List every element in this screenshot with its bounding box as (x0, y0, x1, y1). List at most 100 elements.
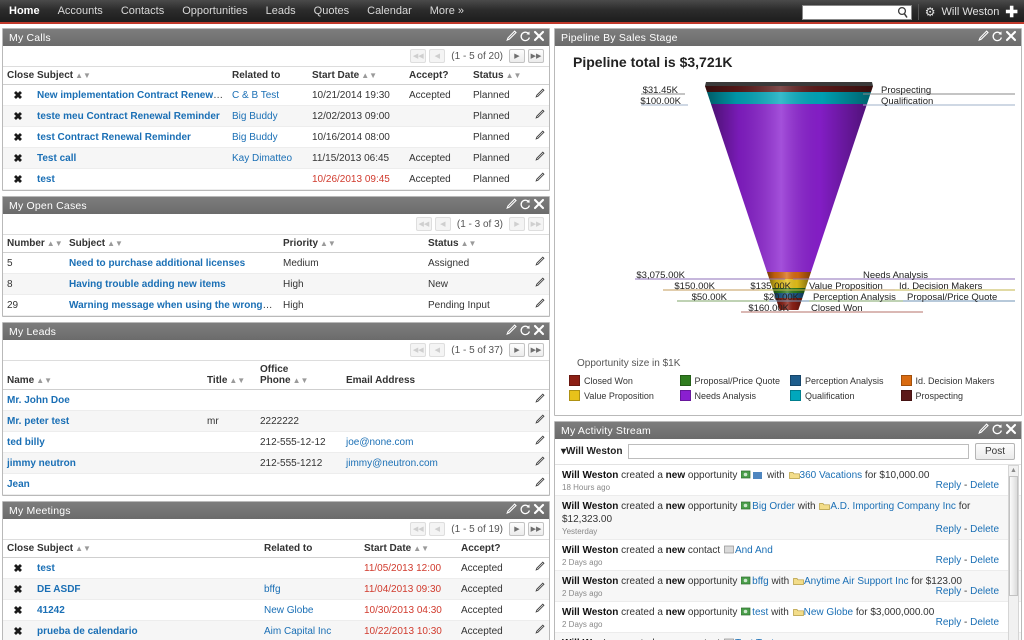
table-row[interactable]: ✖prueba de calendarioAim Capital Inc10/2… (3, 621, 549, 640)
record-link[interactable]: teste meu Contract Renewal Reminder (37, 111, 220, 122)
row-edit-button[interactable] (529, 474, 549, 495)
delete-link[interactable]: Delete (970, 555, 999, 566)
legend-item[interactable]: Needs Analysis (680, 390, 791, 401)
close-icon[interactable] (533, 198, 545, 210)
row-close-button[interactable]: ✖ (3, 600, 33, 621)
activity-item[interactable]: Will Weston created a new contact And An… (555, 540, 1021, 571)
row-close-button[interactable]: ✖ (3, 621, 33, 640)
edit-icon[interactable] (505, 198, 517, 210)
row-edit-button[interactable] (529, 253, 549, 274)
table-row[interactable]: 8Having trouble adding new itemsHighNew (3, 274, 549, 295)
legend-item[interactable]: Value Proposition (569, 390, 680, 401)
row-edit-button[interactable] (529, 127, 549, 148)
row-edit-button[interactable] (529, 295, 549, 316)
row-edit-button[interactable] (529, 558, 549, 579)
record-link[interactable]: Mr. peter test (7, 416, 69, 427)
nav-item-leads[interactable]: Leads (257, 0, 305, 23)
pager-prev-button[interactable]: ◀ (429, 49, 445, 63)
activity-record-link[interactable]: bffg (752, 576, 769, 587)
record-link[interactable]: test (37, 174, 55, 185)
col-subject[interactable]: Subject▲▼ (33, 540, 260, 558)
record-link[interactable]: C & B Test (232, 90, 279, 101)
nav-item-quotes[interactable]: Quotes (305, 0, 358, 23)
pager-first-button[interactable]: ◀◀ (416, 217, 432, 231)
row-close-button[interactable]: ✖ (3, 558, 33, 579)
edit-icon[interactable] (977, 423, 989, 435)
close-icon[interactable] (533, 30, 545, 42)
col-name[interactable]: Name▲▼ (3, 361, 203, 390)
pager-prev-button[interactable]: ◀ (435, 217, 451, 231)
row-edit-button[interactable] (529, 600, 549, 621)
reply-link[interactable]: Reply (936, 617, 962, 628)
record-link[interactable]: DE ASDF (37, 584, 81, 595)
pager-first-button[interactable]: ◀◀ (410, 343, 426, 357)
record-link[interactable]: Having trouble adding new items (69, 279, 226, 290)
table-row[interactable]: ✖41242New Globe10/30/2013 04:30Accepted (3, 600, 549, 621)
row-close-button[interactable]: ✖ (3, 106, 33, 127)
activity-account-link[interactable]: Anytime Air Support Inc (804, 576, 909, 587)
pager-first-button[interactable]: ◀◀ (410, 49, 426, 63)
pager-next-button[interactable]: ▶ (509, 49, 525, 63)
record-link[interactable]: Aim Capital Inc (264, 626, 331, 637)
table-row[interactable]: 29Warning message when using the wrong b… (3, 295, 549, 316)
nav-item-contacts[interactable]: Contacts (112, 0, 173, 23)
global-search[interactable] (802, 5, 912, 20)
refresh-icon[interactable] (519, 198, 531, 210)
col-subject[interactable]: Subject▲▼ (65, 235, 279, 253)
refresh-icon[interactable] (991, 30, 1003, 42)
pager-last-button[interactable]: ▶▶ (528, 522, 544, 536)
reply-link[interactable]: Reply (936, 524, 962, 535)
delete-link[interactable]: Delete (970, 524, 999, 535)
activity-item[interactable]: Will Weston created a new opportunity te… (555, 602, 1021, 633)
activity-account-link[interactable]: 360 Vacations (800, 470, 863, 481)
table-row[interactable]: ✖test10/26/2013 09:45AcceptedPlanned (3, 169, 549, 190)
refresh-icon[interactable] (519, 324, 531, 336)
nav-item-home[interactable]: Home (0, 0, 49, 23)
refresh-icon[interactable] (519, 30, 531, 42)
record-link[interactable]: jimmy neutron (7, 458, 76, 469)
reply-link[interactable]: Reply (936, 480, 962, 491)
col-start-date[interactable]: Start Date▲▼ (360, 540, 457, 558)
pager-last-button[interactable]: ▶▶ (528, 343, 544, 357)
col-title[interactable]: Title▲▼ (203, 361, 256, 390)
activity-author[interactable]: Will Weston (562, 576, 618, 587)
reply-link[interactable]: Reply (936, 555, 962, 566)
email-link[interactable]: joe@none.com (346, 437, 413, 448)
row-close-button[interactable]: ✖ (3, 85, 33, 106)
row-edit-button[interactable] (529, 106, 549, 127)
pager-last-button[interactable]: ▶▶ (528, 49, 544, 63)
table-row[interactable]: 5Need to purchase additional licensesMed… (3, 253, 549, 274)
record-link[interactable]: Mr. John Doe (7, 395, 70, 406)
record-link[interactable]: New Globe (264, 605, 313, 616)
record-link[interactable]: Jean (7, 479, 30, 490)
scroll-up-icon[interactable]: ▲ (1010, 467, 1017, 474)
legend-item[interactable]: Qualification (790, 390, 901, 401)
activity-item[interactable]: Will Weston created a new opportunity wi… (555, 465, 1021, 496)
delete-link[interactable]: Delete (970, 586, 999, 597)
record-link[interactable]: Warning message when using the wrong bro… (69, 300, 279, 311)
pager-last-button[interactable]: ▶▶ (528, 217, 544, 231)
nav-item-accounts[interactable]: Accounts (49, 0, 112, 23)
row-edit-button[interactable] (529, 274, 549, 295)
record-link[interactable]: Big Buddy (232, 111, 278, 122)
delete-link[interactable]: Delete (970, 617, 999, 628)
col-office-phone[interactable]: Office Phone▲▼ (256, 361, 342, 390)
row-edit-button[interactable] (529, 148, 549, 169)
table-row[interactable]: Jean (3, 474, 549, 495)
close-icon[interactable] (1005, 30, 1017, 42)
activity-record-link[interactable]: And And (735, 545, 773, 556)
record-link[interactable]: ted billy (7, 437, 45, 448)
activity-author[interactable]: Will Weston (562, 607, 618, 618)
delete-link[interactable]: Delete (970, 480, 999, 491)
row-edit-button[interactable] (529, 432, 549, 453)
row-close-button[interactable]: ✖ (3, 579, 33, 600)
row-edit-button[interactable] (529, 579, 549, 600)
legend-item[interactable]: Proposal/Price Quote (680, 375, 791, 386)
col-priority[interactable]: Priority▲▼ (279, 235, 424, 253)
table-row[interactable]: ✖ teste meu Contract Renewal Reminder Big … (3, 106, 549, 127)
activity-account-link[interactable]: New Globe (804, 607, 853, 618)
legend-item[interactable]: Closed Won (569, 375, 680, 386)
table-row[interactable]: jimmy neutron212-555-1212jimmy@neutron.c… (3, 453, 549, 474)
edit-icon[interactable] (505, 30, 517, 42)
record-link[interactable]: Test call (37, 153, 76, 164)
